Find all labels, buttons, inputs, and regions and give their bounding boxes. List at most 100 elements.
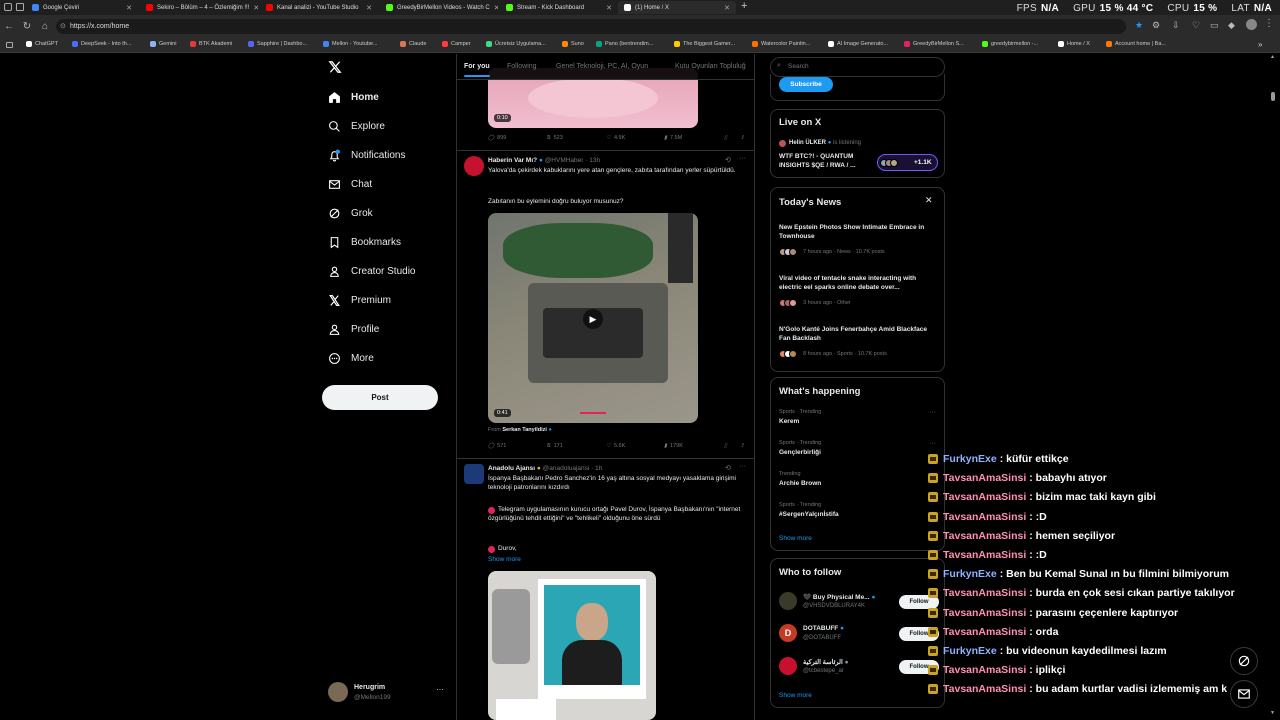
reply-button[interactable]: ◯ 899	[488, 135, 506, 141]
grok-icon[interactable]: ⟲	[725, 464, 731, 472]
vpn-icon[interactable]: ◆	[1228, 20, 1235, 31]
new-tab-plus-icon[interactable]: +	[741, 0, 747, 12]
account-avatar[interactable]	[328, 682, 348, 702]
home-icon[interactable]: ⌂	[36, 21, 54, 32]
follow-name[interactable]: 🖤 Buy Physical Me...	[803, 594, 870, 601]
bookmark-button[interactable]: ▯	[724, 443, 727, 449]
reload-icon[interactable]: ↻	[18, 21, 36, 32]
close-icon[interactable]: ✕	[724, 4, 730, 12]
trend-more-icon[interactable]: ···	[929, 409, 936, 416]
nav-bookmarks[interactable]: Bookmarks	[328, 236, 401, 249]
share-button[interactable]: ⇪	[740, 443, 745, 449]
news-item-title[interactable]: New Epstein Photos Show Intimate Embrace…	[779, 224, 939, 241]
account-menu-icon[interactable]: ···	[436, 685, 444, 694]
bookmark-7[interactable]: Camper	[442, 41, 471, 47]
bookmark-10[interactable]: Pano (bentrendim...	[596, 41, 653, 47]
trend-name[interactable]: #SergenYalçınİstifa	[779, 511, 839, 518]
nav-creator-studio[interactable]: Creator Studio	[328, 265, 415, 278]
trend-more-icon[interactable]: ···	[929, 440, 936, 447]
tab-2[interactable]: Kanal analizi - YouTube Studio ✕	[260, 1, 378, 14]
bookmark-13[interactable]: AI Image Generato...	[828, 41, 888, 47]
live-listeners-pill[interactable]: +1.1K	[877, 154, 938, 171]
bookmark-button[interactable]: ▯	[724, 135, 727, 141]
from-name[interactable]: Serkan Tanyildizi	[502, 427, 547, 433]
grok-icon[interactable]: ⟲	[725, 156, 731, 164]
show-more-link[interactable]: Show more	[779, 535, 812, 542]
author-handle[interactable]: @anadoluajansi · 1h	[543, 465, 603, 472]
follow-name[interactable]: DOTABUFF	[803, 625, 838, 632]
nav-home[interactable]: Home	[328, 91, 379, 104]
download-icon[interactable]: ⇩	[1172, 20, 1180, 31]
wallet-icon[interactable]: ▭	[1210, 20, 1219, 31]
nav-premium[interactable]: Premium	[328, 294, 391, 307]
close-icon[interactable]: ✕	[606, 4, 612, 12]
bookmark-0[interactable]: ChatGPT	[26, 41, 58, 47]
repost-button[interactable]: ⇅ 523	[546, 135, 563, 141]
post-button[interactable]: Post	[322, 385, 438, 410]
follow-avatar[interactable]	[779, 592, 797, 610]
nav-more[interactable]: More	[328, 352, 374, 365]
close-icon[interactable]: ✕	[925, 195, 933, 206]
author-handle[interactable]: @HVMHaber · 13h	[545, 157, 600, 164]
trend-name[interactable]: Archie Brown	[779, 480, 821, 487]
tweet-more-icon[interactable]: ···	[739, 155, 746, 162]
live-description[interactable]: WTF BTC?! - QUANTUM INSIGHTS $QE / RWA /…	[779, 153, 877, 170]
bookmark-1[interactable]: DeepSeek - Into th...	[72, 41, 131, 47]
host-avatar[interactable]	[779, 140, 786, 147]
heart-icon[interactable]: ♡	[1192, 20, 1200, 31]
tweet-more-icon[interactable]: ···	[739, 463, 746, 470]
url-input[interactable]: ⊙ https://x.com/home	[56, 19, 1126, 34]
close-icon[interactable]: ✕	[253, 4, 258, 12]
subscribe-button[interactable]: Subscribe	[779, 77, 833, 92]
nav-grok[interactable]: Grok	[328, 207, 373, 220]
bookmark-16[interactable]: Home / X	[1058, 41, 1090, 47]
nav-chat[interactable]: Chat	[328, 178, 372, 191]
bookmark-5[interactable]: Mellon - Youtube...	[323, 41, 378, 47]
bookmark-17[interactable]: Account home | Ba...	[1106, 41, 1166, 47]
like-button[interactable]: ♡ 4.9K	[606, 135, 625, 141]
bookmark-8[interactable]: Ücretsiz Uygulama...	[486, 41, 546, 47]
close-icon[interactable]: ✕	[126, 4, 132, 12]
bookmark-14[interactable]: GreedyBirMellon S...	[904, 41, 964, 47]
anadolu-ajansi-avatar[interactable]	[464, 464, 484, 484]
like-button[interactable]: ♡ 5.6K	[606, 443, 625, 449]
bookmark-12[interactable]: Watercolor Paintin...	[752, 41, 810, 47]
live-host-name[interactable]: Helin ÜLKER	[789, 140, 826, 146]
x-logo-icon[interactable]	[328, 60, 342, 79]
tab-5-active[interactable]: (1) Home / X ✕	[618, 1, 736, 14]
news-item-title[interactable]: N'Golo Kanté Joins Fenerbahçe Amid Black…	[779, 326, 939, 343]
tab-genel-teknoloji[interactable]: Genel Teknoloji, PC, AI, Oyun	[556, 63, 648, 70]
turkish-presidency-seal-icon[interactable]	[779, 657, 797, 675]
more-bookmarks-icon[interactable]: »	[1258, 40, 1262, 49]
page-scrollbar[interactable]: ▲ ▼	[1270, 54, 1276, 720]
bookmark-15[interactable]: greedybirmellon -...	[982, 41, 1038, 47]
trend-name[interactable]: Kerem	[779, 418, 799, 425]
show-more-link[interactable]: Show more	[779, 692, 812, 699]
bookmark-3[interactable]: BTK Akademi	[190, 41, 232, 47]
tab-4[interactable]: Stream - Kick Dashboard ✕	[500, 1, 618, 14]
bookmark-star-icon[interactable]: ★	[1135, 20, 1143, 31]
tab-following[interactable]: Following	[507, 63, 537, 70]
scroll-up-icon[interactable]: ▲	[1270, 54, 1275, 60]
scrollbar-thumb[interactable]	[1271, 92, 1275, 101]
tab-for-you[interactable]: For you	[464, 63, 490, 77]
bookmark-4[interactable]: Sapphire | Dashbo...	[248, 41, 307, 47]
nav-profile[interactable]: Profile	[328, 323, 379, 336]
views-button[interactable]: ▮ 7.5M	[664, 135, 682, 141]
news-item-title[interactable]: Viral video of tentacle snake interactin…	[779, 275, 939, 292]
tweet-image[interactable]	[488, 571, 656, 720]
repost-button[interactable]: ⇅ 171	[546, 443, 563, 449]
tab-list-icon[interactable]	[16, 3, 24, 11]
bookmark-11[interactable]: The Biggest Gamer...	[674, 41, 735, 47]
bookmark-9[interactable]: Suno	[562, 41, 584, 47]
tweet-video[interactable]: ▶ 0:41	[488, 213, 698, 423]
nav-notifications[interactable]: Notifications	[328, 149, 405, 162]
play-icon[interactable]: ▶	[583, 309, 603, 329]
close-icon[interactable]: ✕	[366, 4, 372, 12]
tab-groups-icon[interactable]	[6, 42, 13, 48]
profile-avatar-icon[interactable]	[1246, 19, 1257, 30]
reply-button[interactable]: ◯ 571	[488, 443, 506, 449]
menu-dots-icon[interactable]: ⋮	[1264, 18, 1274, 29]
workspace-icon[interactable]	[4, 3, 12, 11]
tab-kutu-oyunlari[interactable]: Kutu Oyunları Topluluğ	[675, 63, 746, 70]
